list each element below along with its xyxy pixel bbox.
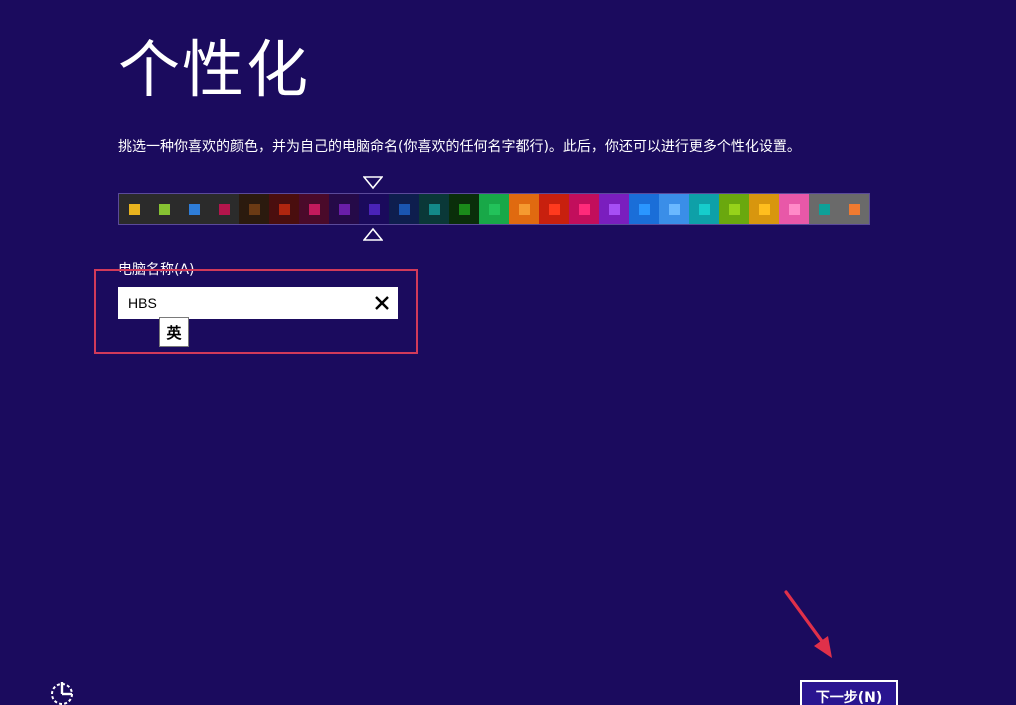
ime-mode-indicator: 英 [159,317,189,347]
color-swatch[interactable] [419,194,449,224]
color-swatch[interactable] [689,194,719,224]
color-swatch-accent [698,203,710,215]
color-swatch[interactable] [749,194,779,224]
color-swatch[interactable] [839,194,869,224]
triangle-up-icon [363,227,383,241]
ease-of-access-icon[interactable] [48,680,76,705]
color-swatch-accent [788,203,800,215]
color-swatch[interactable] [269,194,299,224]
pc-name-input[interactable] [118,287,366,319]
color-swatch-accent [578,203,590,215]
color-swatch[interactable] [119,194,149,224]
color-swatch[interactable] [659,194,689,224]
color-swatch[interactable] [179,194,209,224]
color-swatch[interactable] [719,194,749,224]
pc-name-field-container [118,287,398,319]
color-swatch-accent [338,203,350,215]
color-swatch[interactable] [599,194,629,224]
color-swatch-accent [458,203,470,215]
color-swatch-accent [668,203,680,215]
close-icon[interactable] [372,293,392,313]
pc-name-label: 电脑名称(A) [118,262,195,278]
color-swatch-accent [548,203,560,215]
color-swatch-accent [248,203,260,215]
color-swatch[interactable] [629,194,659,224]
color-swatch[interactable] [569,194,599,224]
color-swatch[interactable] [299,194,329,224]
color-swatch-accent [818,203,830,215]
color-swatch-accent [608,203,620,215]
color-swatch[interactable] [809,194,839,224]
color-swatch-accent [278,203,290,215]
color-swatch-accent [488,203,500,215]
color-swatch[interactable] [509,194,539,224]
color-swatch-accent [158,203,170,215]
color-swatch[interactable] [149,194,179,224]
color-swatch[interactable] [209,194,239,224]
color-swatch-accent [308,203,320,215]
color-swatch-accent [758,203,770,215]
color-swatch-accent [848,203,860,215]
personalize-page: 个性化 挑选一种你喜欢的颜色，并为自己的电脑命名(你喜欢的任何名字都行)。此后，… [0,0,1016,705]
color-swatch[interactable] [329,194,359,224]
color-swatch-accent [518,203,530,215]
color-swatch[interactable] [359,194,389,224]
color-palette [118,193,870,225]
next-button[interactable]: 下一步(N) [800,680,898,705]
color-swatch[interactable] [479,194,509,224]
color-swatch[interactable] [449,194,479,224]
page-title: 个性化 [118,33,311,106]
color-swatch-accent [128,203,140,215]
instructions-text: 挑选一种你喜欢的颜色，并为自己的电脑命名(你喜欢的任何名字都行)。此后，你还可以… [118,139,801,155]
annotation-arrow-icon [784,590,832,658]
color-swatch[interactable] [539,194,569,224]
color-swatch-accent [428,203,440,215]
color-swatch-accent [728,203,740,215]
color-swatch[interactable] [239,194,269,224]
color-swatch-accent [368,203,380,215]
color-swatch-accent [638,203,650,215]
color-swatch-accent [218,203,230,215]
color-swatch[interactable] [779,194,809,224]
color-swatch-accent [398,203,410,215]
color-swatch-accent [188,203,200,215]
color-swatch[interactable] [389,194,419,224]
triangle-down-icon [363,176,383,190]
